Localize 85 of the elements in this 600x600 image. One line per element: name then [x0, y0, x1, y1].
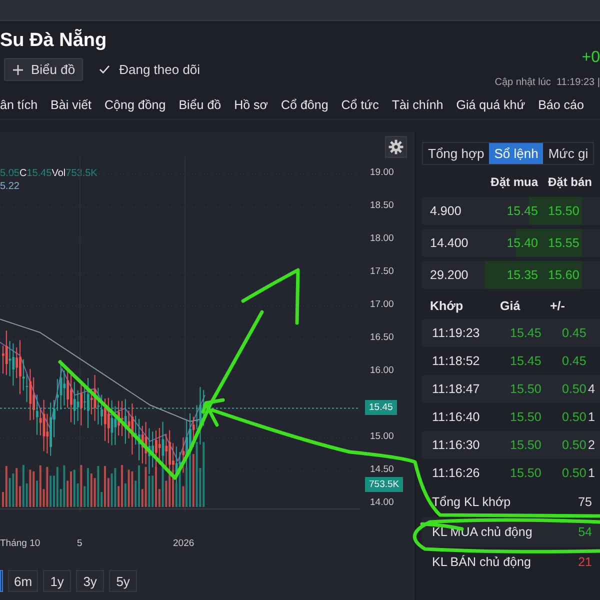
- trade-time: 11:19:23: [432, 326, 481, 340]
- trade-volume: 1: [588, 466, 596, 480]
- ask-price: 15.50: [544, 197, 582, 225]
- price-change: +0: [582, 49, 600, 67]
- volume-tag: 753.5K: [365, 477, 404, 492]
- trade-change: 0.45: [562, 326, 588, 340]
- trade-price: 15.50: [510, 410, 542, 424]
- check-icon: [99, 65, 110, 74]
- price-axis-label: 19.00: [370, 167, 394, 178]
- range-button[interactable]: 6m: [8, 570, 38, 592]
- price-axis-label: 18.00: [370, 233, 394, 244]
- following-button[interactable]: Đang theo dõi: [95, 62, 204, 77]
- order-volume: 14.400: [429, 236, 470, 250]
- trade-price: 15.45: [510, 326, 542, 340]
- price-axis-label: 16.50: [370, 332, 394, 343]
- trade-change: 0.45: [562, 354, 588, 368]
- bid-price-cell: 15.45: [482, 197, 544, 225]
- bid-price-cell: 15.35: [482, 261, 544, 289]
- panel-tab[interactable]: Tổng hợp: [423, 143, 490, 164]
- trade-volume: 4: [588, 382, 596, 396]
- trade-volume: 1: [588, 410, 596, 424]
- nav-tab[interactable]: Giá quá khứ: [456, 98, 526, 112]
- panel-tab[interactable]: Sổ lệnh: [489, 143, 544, 164]
- price-axis-label: 18.50: [370, 200, 394, 211]
- column-header: +/-: [550, 299, 566, 313]
- ask-price: 15.60: [544, 261, 582, 289]
- price-axis-label: 14.50: [370, 464, 394, 475]
- trade-time: 11:16:30: [432, 438, 481, 452]
- trade-price: 15.50: [510, 438, 542, 452]
- company-title: Su Đà Nẵng: [0, 30, 108, 52]
- column-header: Đặt mua: [490, 175, 540, 189]
- range-button[interactable]: 1y: [43, 570, 72, 592]
- trade-change: 0.50: [562, 382, 588, 396]
- summary-value: 75: [578, 495, 592, 509]
- range-button[interactable]: 3y: [76, 570, 104, 592]
- trade-time: 11:16:26: [432, 466, 481, 480]
- nav-tab[interactable]: Hồ sơ: [234, 98, 268, 112]
- summary-label: KL BÁN chủ động: [432, 555, 531, 569]
- add-chart-button[interactable]: Biểu đồ: [4, 58, 84, 81]
- summary-value: 54: [578, 525, 592, 539]
- last-price-tag: 15.45: [365, 400, 397, 416]
- trade-price: 15.50: [510, 466, 542, 480]
- settings-icon: [388, 139, 404, 155]
- time-axis-label: 2026: [173, 538, 194, 549]
- price-axis-label: 17.50: [370, 266, 394, 277]
- column-header: Đặt bán: [547, 175, 594, 189]
- price-axis-label: 15.00: [370, 431, 394, 442]
- trade-time: 11:16:40: [432, 410, 481, 424]
- trade-volume: 2: [588, 438, 596, 452]
- nav-tab[interactable]: Tài chính: [392, 98, 444, 112]
- nav-tab[interactable]: ân tích: [0, 98, 38, 112]
- summary-value: 21: [578, 555, 592, 569]
- panel-tab[interactable]: Mức gi: [543, 143, 594, 164]
- nav-tab[interactable]: Cổ đông: [281, 98, 328, 112]
- update-time: Cập nhật lúc 11:19:23 |: [494, 77, 600, 88]
- trade-price: 15.45: [510, 354, 542, 368]
- price-axis-label: 14.00: [370, 497, 394, 508]
- trade-change: 0.50: [562, 438, 588, 452]
- order-volume: 4.900: [429, 204, 462, 218]
- nav-tab[interactable]: Bài viết: [50, 98, 92, 112]
- plus-icon: [12, 64, 24, 76]
- column-header: Khớp: [430, 299, 464, 313]
- nav-tab[interactable]: Báo cáo: [538, 98, 584, 112]
- order-volume: 29.200: [429, 268, 470, 282]
- moving-average-value: 5.22: [0, 181, 20, 192]
- price-axis-label: 17.00: [370, 299, 394, 310]
- nav-tab[interactable]: Cộng đồng: [104, 98, 166, 112]
- trade-time: 11:18:47: [432, 382, 481, 396]
- time-axis-label: 5: [77, 538, 82, 549]
- trade-change: 0.50: [562, 466, 588, 480]
- trade-price: 15.50: [510, 382, 542, 396]
- trade-time: 11:18:52: [432, 354, 481, 368]
- range-button[interactable]: 5y: [109, 570, 138, 592]
- bid-price-cell: 15.40: [482, 229, 544, 257]
- ask-price: 15.55: [544, 229, 582, 257]
- settings-button[interactable]: [385, 136, 407, 158]
- range-button[interactable]: [0, 570, 3, 592]
- nav-tab[interactable]: Cổ tức: [341, 98, 379, 112]
- hand-drawn-caret-stroke: [241, 268, 300, 325]
- price-axis-label: 16.00: [370, 365, 394, 376]
- nav-tab[interactable]: Biểu đồ: [178, 98, 222, 112]
- summary-label: Tổng KL khớp: [432, 495, 511, 509]
- time-axis-label: Tháng 10: [0, 538, 40, 549]
- trade-change: 0.50: [562, 410, 588, 424]
- column-header: Giá: [500, 299, 522, 313]
